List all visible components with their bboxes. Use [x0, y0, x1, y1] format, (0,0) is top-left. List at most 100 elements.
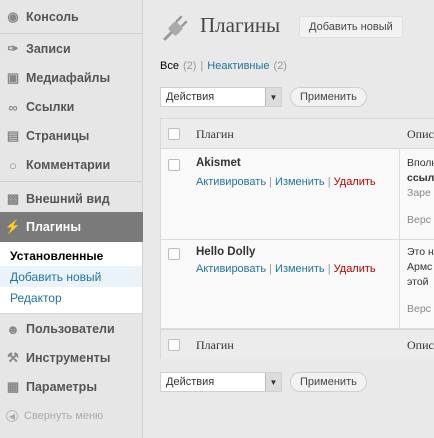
table-footer: Плагин Опис: [161, 329, 434, 359]
apply-button[interactable]: Применить: [290, 372, 367, 392]
delete-link[interactable]: Удалить: [334, 263, 376, 275]
media-icon: ▣: [6, 70, 20, 85]
menu-item-settings[interactable]: ▦ Параметры: [0, 374, 142, 400]
table-row: Akismet Активировать | Изменить | Удалит…: [161, 149, 434, 240]
activate-link[interactable]: Активировать: [196, 176, 266, 188]
collapse-label: Свернуть меню: [24, 410, 104, 422]
menu-item-media[interactable]: ▣ Медиафайлы: [0, 65, 142, 91]
link-icon: ∞: [8, 99, 18, 115]
action-separator: |: [269, 263, 272, 275]
bulk-action-value: Действия: [166, 376, 215, 388]
page-title: Плагины: [200, 13, 281, 37]
submenu-add-new[interactable]: Добавить новый: [0, 266, 142, 287]
collapse-menu-button[interactable]: ◀ Свернуть меню: [6, 410, 103, 422]
filter-inactive-count: (2): [273, 60, 287, 72]
appearance-icon: ▩: [6, 191, 20, 206]
description-line: Это н: [407, 246, 434, 258]
bulk-action-select[interactable]: Действия ▼: [160, 372, 282, 392]
menu-label: Пользователи: [26, 322, 115, 336]
add-new-button[interactable]: Добавить новый: [299, 16, 403, 38]
description-line: Вполн: [407, 157, 434, 169]
column-description: Опис: [407, 338, 434, 352]
menu-label: Инструменты: [26, 351, 111, 365]
menu-item-comments[interactable]: ○ Комментарии: [0, 152, 142, 178]
bulk-actions-top: Действия ▼ Применить: [160, 87, 367, 107]
menu-separator: [0, 33, 142, 34]
comment-icon: ○: [9, 157, 17, 173]
description-line: Заре: [407, 187, 431, 199]
edit-link[interactable]: Изменить: [275, 176, 325, 188]
menu-label: Параметры: [26, 380, 97, 394]
menu-item-links[interactable]: ∞ Ссылки: [0, 94, 142, 120]
menu-label: Внешний вид: [26, 192, 110, 206]
chevron-down-icon[interactable]: ▼: [265, 88, 281, 106]
description-line: этой: [407, 276, 429, 288]
plugins-table: Плагин Опис Akismet Активировать | Измен…: [160, 118, 434, 359]
table-row: Hello Dolly Активировать | Изменить | Уд…: [161, 240, 434, 329]
delete-link[interactable]: Удалить: [334, 176, 376, 188]
status-filters: Все (2) | Неактивные (2): [160, 60, 287, 72]
plugin-name: Akismet: [196, 157, 241, 169]
menu-label: Консоль: [26, 10, 79, 24]
plugin-name: Hello Dolly: [196, 246, 256, 258]
row-checkbox[interactable]: [168, 248, 180, 260]
dashboard-icon: ◉: [7, 9, 19, 24]
chevron-down-icon[interactable]: ▼: [265, 373, 281, 391]
action-separator: |: [327, 176, 331, 188]
bulk-action-select[interactable]: Действия ▼: [160, 87, 282, 107]
collapse-arrow-icon: ◀: [6, 410, 18, 422]
select-all-checkbox[interactable]: [168, 339, 180, 351]
menu-item-appearance[interactable]: ▩ Внешний вид: [0, 186, 142, 212]
plugin-version: Верс: [407, 303, 431, 315]
menu-label: Страницы: [26, 129, 90, 143]
users-icon: ☻: [6, 321, 20, 337]
menu-separator: [0, 181, 142, 182]
select-all-checkbox[interactable]: [168, 128, 180, 140]
plugin-icon: ⚡: [4, 219, 22, 234]
column-divider: [399, 149, 400, 239]
menu-item-plugins[interactable]: ⚡ Плагины: [0, 212, 150, 242]
bulk-action-value: Действия: [166, 91, 215, 103]
description-line: Армс: [407, 261, 433, 273]
filter-all-count: (2): [182, 60, 197, 72]
plugin-description: Это н Армс этой Верс: [407, 245, 434, 317]
settings-icon: ▦: [6, 379, 20, 394]
column-description: Опис: [407, 127, 434, 141]
menu-item-dashboard[interactable]: ◉ Консоль: [0, 4, 142, 30]
menu-item-posts[interactable]: ✑ Записи: [0, 36, 142, 62]
menu-label: Записи: [26, 42, 71, 56]
bulk-actions-bottom: Действия ▼ Применить: [160, 372, 367, 392]
filter-separator: |: [200, 60, 204, 72]
submenu-editor[interactable]: Редактор: [0, 287, 142, 308]
tools-icon: ⚒: [7, 350, 19, 365]
column-divider: [399, 240, 400, 328]
menu-label: Ссылки: [26, 100, 75, 114]
menu-item-pages[interactable]: ▤ Страницы: [0, 123, 142, 149]
submenu-installed[interactable]: Установленные: [0, 245, 142, 266]
menu-item-tools[interactable]: ⚒ Инструменты: [0, 345, 142, 371]
menu-label: Плагины: [26, 220, 81, 234]
main-content: Плагины Добавить новый Все (2) | Неактив…: [143, 0, 434, 438]
filter-inactive[interactable]: Неактивные: [207, 60, 269, 72]
action-separator: |: [269, 176, 272, 188]
edit-link[interactable]: Изменить: [275, 263, 325, 275]
plugin-page-icon: [159, 13, 191, 45]
pin-icon: ✑: [7, 41, 19, 56]
admin-sidebar: ◉ Консоль ✑ Записи ▣ Медиафайлы ∞ Ссылки…: [0, 0, 150, 438]
column-plugin: Плагин: [196, 338, 234, 352]
plugin-actions: Активировать | Изменить | Удалить: [196, 176, 376, 188]
table-header: Плагин Опис: [161, 119, 434, 149]
menu-label: Комментарии: [26, 158, 111, 172]
plugin-actions: Активировать | Изменить | Удалить: [196, 263, 376, 275]
action-separator: |: [327, 263, 331, 275]
menu-label: Медиафайлы: [26, 71, 111, 85]
plugin-version: Верс: [407, 214, 431, 226]
row-checkbox[interactable]: [168, 159, 180, 171]
menu-item-users[interactable]: ☻ Пользователи: [0, 316, 142, 342]
page-icon: ▤: [6, 128, 20, 143]
column-plugin: Плагин: [196, 127, 234, 141]
filter-all[interactable]: Все: [160, 60, 179, 72]
activate-link[interactable]: Активировать: [196, 263, 266, 275]
apply-button[interactable]: Применить: [290, 87, 367, 107]
description-line[interactable]: ссыл: [407, 171, 434, 186]
